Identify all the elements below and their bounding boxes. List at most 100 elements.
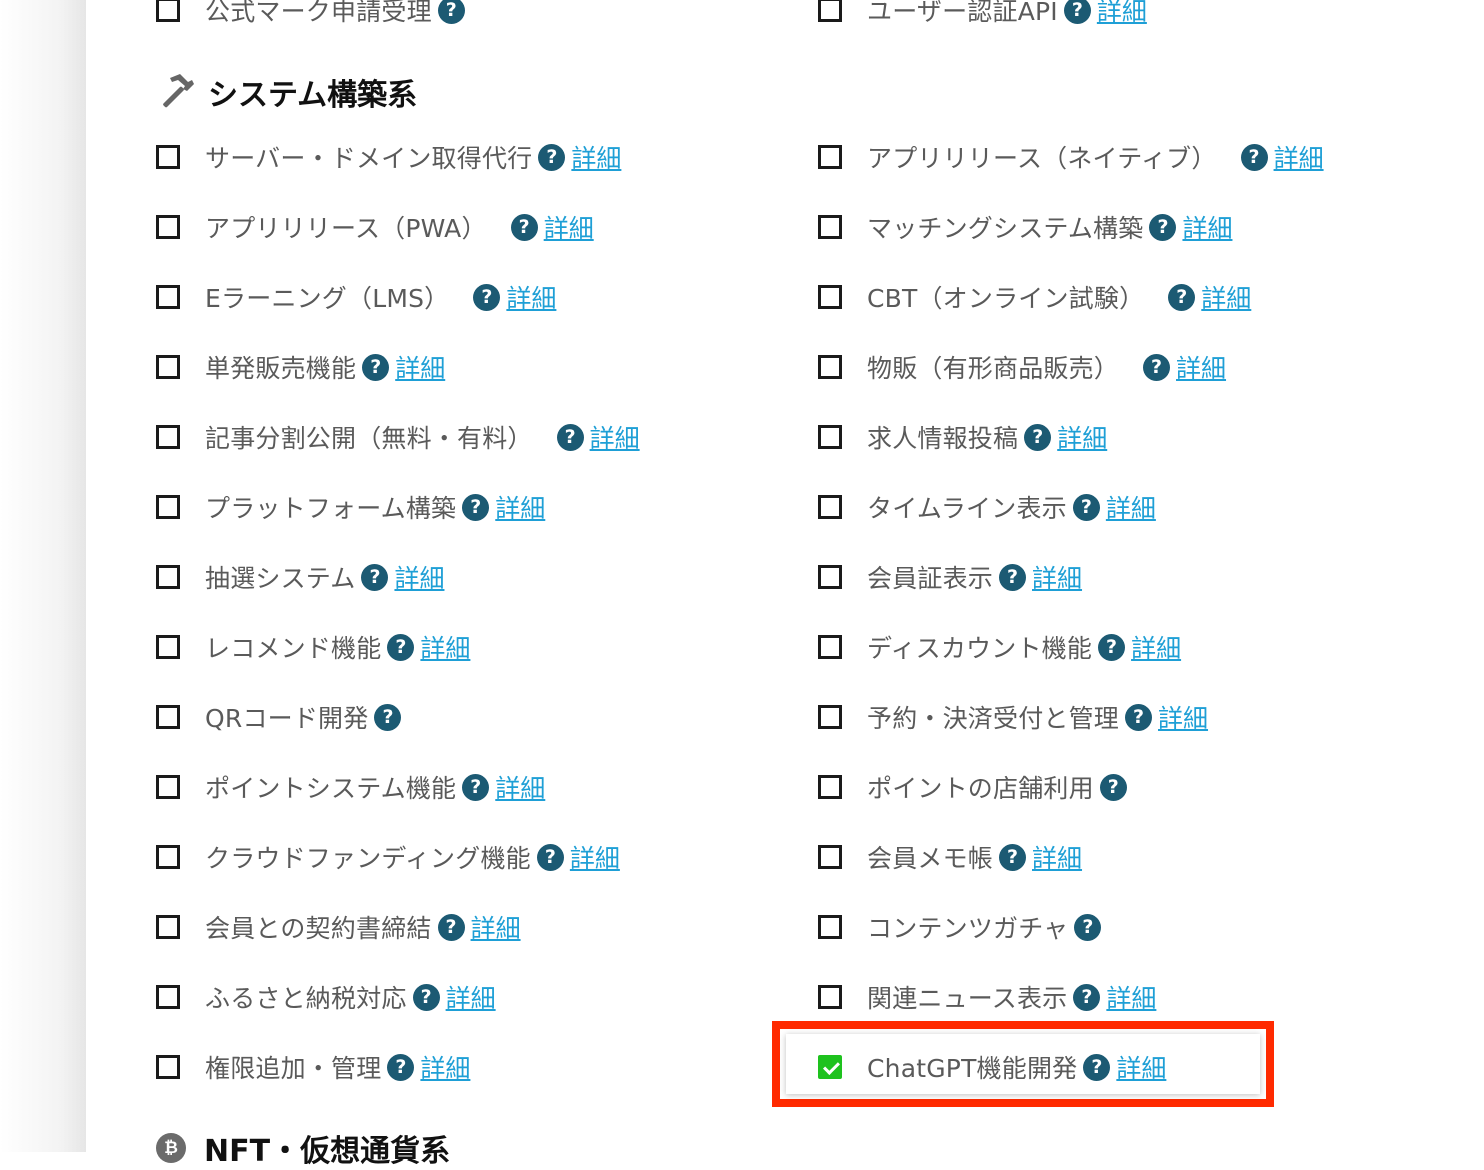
detail-link[interactable]: 詳細 xyxy=(446,979,496,1015)
option-row[interactable]: プラットフォーム構築? 詳細 xyxy=(156,485,545,529)
help-icon[interactable]: ? xyxy=(1074,913,1102,941)
checkbox[interactable] xyxy=(156,845,180,869)
option-row[interactable]: 抽選システム? 詳細 xyxy=(156,555,444,599)
detail-link[interactable]: 詳細 xyxy=(1131,629,1181,665)
option-row[interactable]: レコメンド機能? 詳細 xyxy=(156,625,470,669)
option-row[interactable]: ディスカウント機能? 詳細 xyxy=(818,625,1181,669)
detail-link[interactable]: 詳細 xyxy=(420,629,470,665)
detail-link[interactable]: 詳細 xyxy=(1182,209,1232,245)
help-icon[interactable]: ? xyxy=(462,493,490,521)
detail-link[interactable]: 詳細 xyxy=(1106,489,1156,525)
option-row[interactable]: サーバー・ドメイン取得代行? 詳細 xyxy=(156,135,621,179)
option-row[interactable]: アプリリリース（PWA）? 詳細 xyxy=(156,205,594,249)
option-row[interactable]: 単発販売機能? 詳細 xyxy=(156,345,445,389)
help-icon[interactable]: ? xyxy=(374,703,402,731)
option-row[interactable]: 求人情報投稿? 詳細 xyxy=(818,415,1107,459)
help-icon[interactable]: ? xyxy=(437,913,465,941)
help-icon[interactable]: ? xyxy=(1149,213,1177,241)
checkbox[interactable] xyxy=(156,635,180,659)
checkbox[interactable] xyxy=(156,985,180,1009)
help-icon[interactable]: ? xyxy=(387,1053,415,1081)
checkbox[interactable] xyxy=(818,565,842,589)
help-icon[interactable]: ? xyxy=(1098,633,1126,661)
option-row[interactable]: アプリリリース（ネイティブ）? 詳細 xyxy=(818,135,1324,179)
option-row[interactable]: マッチングシステム構築? 詳細 xyxy=(818,205,1232,249)
checkbox[interactable] xyxy=(156,0,180,22)
checkbox[interactable] xyxy=(156,1055,180,1079)
detail-link[interactable]: 詳細 xyxy=(571,139,621,175)
help-icon[interactable]: ? xyxy=(1063,0,1091,24)
detail-link[interactable]: 詳細 xyxy=(1116,1049,1166,1085)
help-icon[interactable]: ? xyxy=(1168,283,1196,311)
help-icon[interactable]: ? xyxy=(999,563,1027,591)
detail-link[interactable]: 詳細 xyxy=(471,909,521,945)
checkbox[interactable] xyxy=(156,425,180,449)
help-icon[interactable]: ? xyxy=(361,563,389,591)
detail-link[interactable]: 詳細 xyxy=(1106,979,1156,1015)
checkbox[interactable] xyxy=(818,495,842,519)
help-icon[interactable]: ? xyxy=(1083,1053,1111,1081)
detail-link[interactable]: 詳細 xyxy=(394,559,444,595)
help-icon[interactable]: ? xyxy=(1072,493,1100,521)
checkbox[interactable] xyxy=(818,0,842,22)
option-row[interactable]: 物販（有形商品販売）? 詳細 xyxy=(818,345,1226,389)
detail-link[interactable]: 詳細 xyxy=(1032,839,1082,875)
option-row-official-mark[interactable]: 公式マーク申請受理 ? xyxy=(156,0,465,32)
help-icon[interactable]: ? xyxy=(473,283,501,311)
help-icon[interactable]: ? xyxy=(510,213,538,241)
help-icon[interactable]: ? xyxy=(1099,773,1127,801)
option-row[interactable]: 会員証表示? 詳細 xyxy=(818,555,1082,599)
help-icon[interactable]: ? xyxy=(1073,983,1101,1011)
option-row[interactable]: コンテンツガチャ? xyxy=(818,905,1102,949)
detail-link[interactable]: 詳細 xyxy=(1032,559,1082,595)
detail-link[interactable]: 詳細 xyxy=(1201,279,1251,315)
detail-link[interactable]: 詳細 xyxy=(495,769,545,805)
checkbox[interactable] xyxy=(818,355,842,379)
option-row[interactable]: 記事分割公開（無料・有料）? 詳細 xyxy=(156,415,640,459)
help-icon[interactable]: ? xyxy=(387,633,415,661)
checkbox[interactable] xyxy=(818,705,842,729)
checkbox[interactable] xyxy=(156,775,180,799)
option-row[interactable]: ふるさと納税対応? 詳細 xyxy=(156,975,496,1019)
checkbox[interactable] xyxy=(818,215,842,239)
detail-link[interactable]: 詳細 xyxy=(1176,349,1226,385)
checkbox[interactable] xyxy=(818,145,842,169)
option-row[interactable]: QRコード開発? xyxy=(156,695,402,739)
help-icon[interactable]: ? xyxy=(999,843,1027,871)
help-icon[interactable]: ? xyxy=(556,423,584,451)
option-row[interactable]: 権限追加・管理? 詳細 xyxy=(156,1045,470,1089)
help-icon[interactable]: ? xyxy=(536,843,564,871)
checkbox[interactable] xyxy=(156,915,180,939)
option-row[interactable]: CBT（オンライン試験）? 詳細 xyxy=(818,275,1251,319)
checkbox[interactable] xyxy=(818,775,842,799)
option-row[interactable]: クラウドファンディング機能? 詳細 xyxy=(156,835,620,879)
checkbox[interactable] xyxy=(818,845,842,869)
option-row[interactable]: Eラーニング（LMS）? 詳細 xyxy=(156,275,556,319)
checkbox[interactable] xyxy=(156,495,180,519)
help-icon[interactable]: ? xyxy=(437,0,465,24)
help-icon[interactable]: ? xyxy=(362,353,390,381)
detail-link[interactable]: 詳細 xyxy=(1097,0,1147,28)
detail-link[interactable]: 詳細 xyxy=(590,419,640,455)
help-icon[interactable]: ? xyxy=(1125,703,1153,731)
checkbox[interactable] xyxy=(818,985,842,1009)
help-icon[interactable]: ? xyxy=(462,773,490,801)
detail-link[interactable]: 詳細 xyxy=(1057,419,1107,455)
detail-link[interactable]: 詳細 xyxy=(495,489,545,525)
detail-link[interactable]: 詳細 xyxy=(395,349,445,385)
checkbox[interactable] xyxy=(818,425,842,449)
option-row[interactable]: 関連ニュース表示? 詳細 xyxy=(818,975,1156,1019)
option-row[interactable]: 予約・決済受付と管理? 詳細 xyxy=(818,695,1208,739)
detail-link[interactable]: 詳細 xyxy=(1158,699,1208,735)
checkbox[interactable] xyxy=(156,705,180,729)
option-row[interactable]: タイムライン表示? 詳細 xyxy=(818,485,1156,529)
checkbox[interactable] xyxy=(156,285,180,309)
checkbox[interactable] xyxy=(156,215,180,239)
checkbox[interactable] xyxy=(156,565,180,589)
checkbox[interactable] xyxy=(156,355,180,379)
option-row[interactable]: 会員との契約書締結? 詳細 xyxy=(156,905,521,949)
checkbox[interactable] xyxy=(818,635,842,659)
help-icon[interactable]: ? xyxy=(1024,423,1052,451)
help-icon[interactable]: ? xyxy=(538,143,566,171)
detail-link[interactable]: 詳細 xyxy=(420,1049,470,1085)
